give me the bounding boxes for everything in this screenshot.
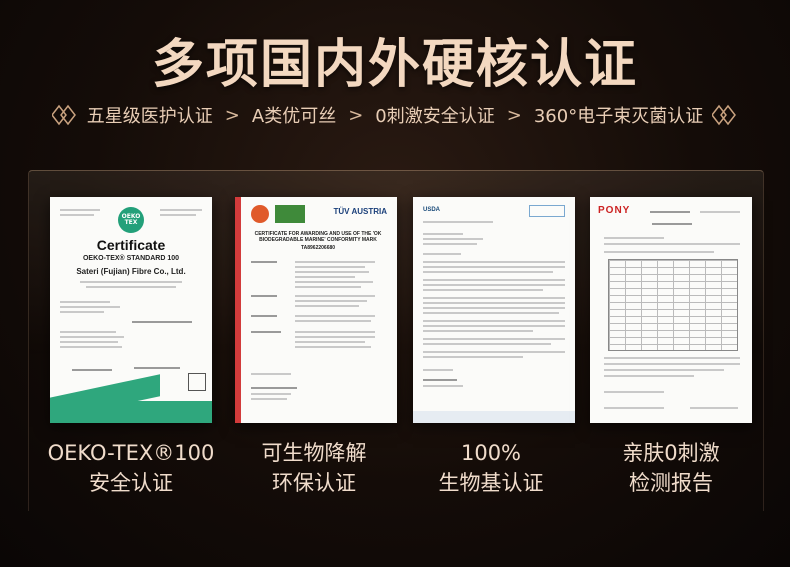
certificate-pony-report: PONY bbox=[590, 197, 752, 423]
doc-number: TA8962206680 bbox=[300, 245, 336, 251]
page-title: 多项国内外硬核认证 bbox=[151, 35, 638, 95]
feature-item: 360°电子束灭菌认证 bbox=[533, 106, 704, 127]
tuv-logo: TÜV AUSTRIA bbox=[333, 207, 387, 216]
certificate-usda: USDA bbox=[413, 197, 575, 423]
caption-line: OEKO-TEX®100 bbox=[47, 441, 215, 465]
biopreferred-logo bbox=[529, 205, 565, 217]
feature-item: A类优可丝 bbox=[251, 106, 337, 127]
separator: > bbox=[224, 104, 240, 126]
separator: > bbox=[506, 104, 522, 126]
caption-line: 100% bbox=[460, 441, 522, 465]
caption-line: 亲肤0刺激 bbox=[622, 441, 720, 465]
results-table bbox=[608, 259, 738, 351]
red-side-stripe bbox=[235, 197, 241, 423]
feature-line: 五星级医护认证 > A类优可丝 > 0刺激安全认证 > 360°电子束灭菌认证 bbox=[0, 100, 790, 130]
caption-line: 检测报告 bbox=[629, 471, 713, 495]
doc-title: Certificate bbox=[96, 237, 166, 253]
usda-logo: USDA bbox=[423, 207, 441, 213]
doc-company: Sateri (Fujian) Fibre Co., Ltd. bbox=[76, 267, 186, 276]
caption-skin-test: 亲肤0刺激 检测报告 bbox=[576, 438, 766, 498]
doc-standard: OEKO-TEX® STANDARD 100 bbox=[82, 255, 180, 262]
seal-icon bbox=[251, 205, 269, 223]
caption-line: 可生物降解 bbox=[261, 441, 367, 465]
certificate-tuv: TÜV AUSTRIA CERTIFICATE FOR AWARDING AND… bbox=[235, 197, 397, 423]
oeko-tex-logo: OEKO TEX bbox=[118, 207, 144, 233]
ok-biodegradable-logo bbox=[275, 205, 305, 223]
caption-biodegradable: 可生物降解 环保认证 bbox=[219, 438, 409, 498]
caption-biobased: 100% 生物基认证 bbox=[396, 438, 586, 498]
feature-item: 0刺激安全认证 bbox=[375, 106, 495, 127]
caption-line: 生物基认证 bbox=[438, 471, 544, 495]
caption-line: 安全认证 bbox=[89, 471, 173, 495]
feature-item: 五星级医护认证 bbox=[86, 106, 213, 127]
certificate-oeko-tex: OEKO TEX Certificate OEKO-TEX® STANDARD … bbox=[50, 197, 212, 423]
separator: > bbox=[348, 104, 364, 126]
caption-oeko-tex: OEKO-TEX®100 安全认证 bbox=[36, 438, 226, 498]
pony-logo: PONY bbox=[598, 205, 631, 216]
caption-line: 环保认证 bbox=[272, 471, 356, 495]
doc-title: CERTIFICATE FOR AWARDING AND USE OF THE … bbox=[254, 231, 382, 243]
